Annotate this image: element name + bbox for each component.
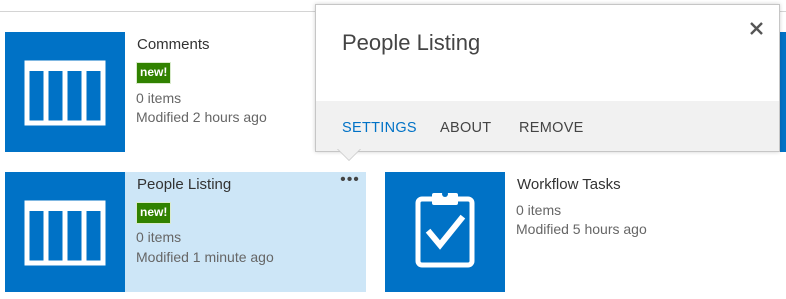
tile-icon-box[interactable] [5,172,125,292]
tile-callout: People Listing SETTINGS ABOUT REMOVE [315,4,780,152]
tile-icon-box[interactable] [5,32,125,152]
remove-link[interactable]: REMOVE [519,120,584,136]
about-link[interactable]: ABOUT [440,120,491,136]
list-icon [24,60,106,126]
callout-pointer-fill [338,149,360,160]
modified-time: Modified 5 hours ago [516,221,647,237]
new-badge: new! [136,202,172,224]
tile-icon-box[interactable] [385,172,505,292]
new-badge: new! [136,62,172,84]
tile-title[interactable]: Workflow Tasks [517,176,621,193]
callout-title: People Listing [342,30,481,55]
item-count: 0 items [136,229,182,245]
app-tile-people-listing[interactable]: People Listing ••• new! 0 items Modified… [5,172,366,292]
more-options-button[interactable]: ••• [338,172,362,190]
settings-link[interactable]: SETTINGS [342,120,417,136]
tile-title[interactable]: People Listing [137,176,231,193]
list-icon [24,200,106,266]
task-clipboard-icon [415,191,475,268]
modified-time: Modified 1 minute ago [136,249,274,265]
tile-title[interactable]: Comments [137,36,210,53]
callout-actions: SETTINGS ABOUT REMOVE [316,101,779,151]
item-count: 0 items [136,90,182,106]
app-tile-workflow-tasks[interactable]: Workflow Tasks 0 items Modified 5 hours … [385,172,786,292]
item-count: 0 items [516,202,562,218]
modified-time: Modified 2 hours ago [136,109,267,125]
app-tile-comments[interactable]: Comments new! 0 items Modified 2 hours a… [5,32,315,152]
close-icon[interactable] [747,19,767,39]
